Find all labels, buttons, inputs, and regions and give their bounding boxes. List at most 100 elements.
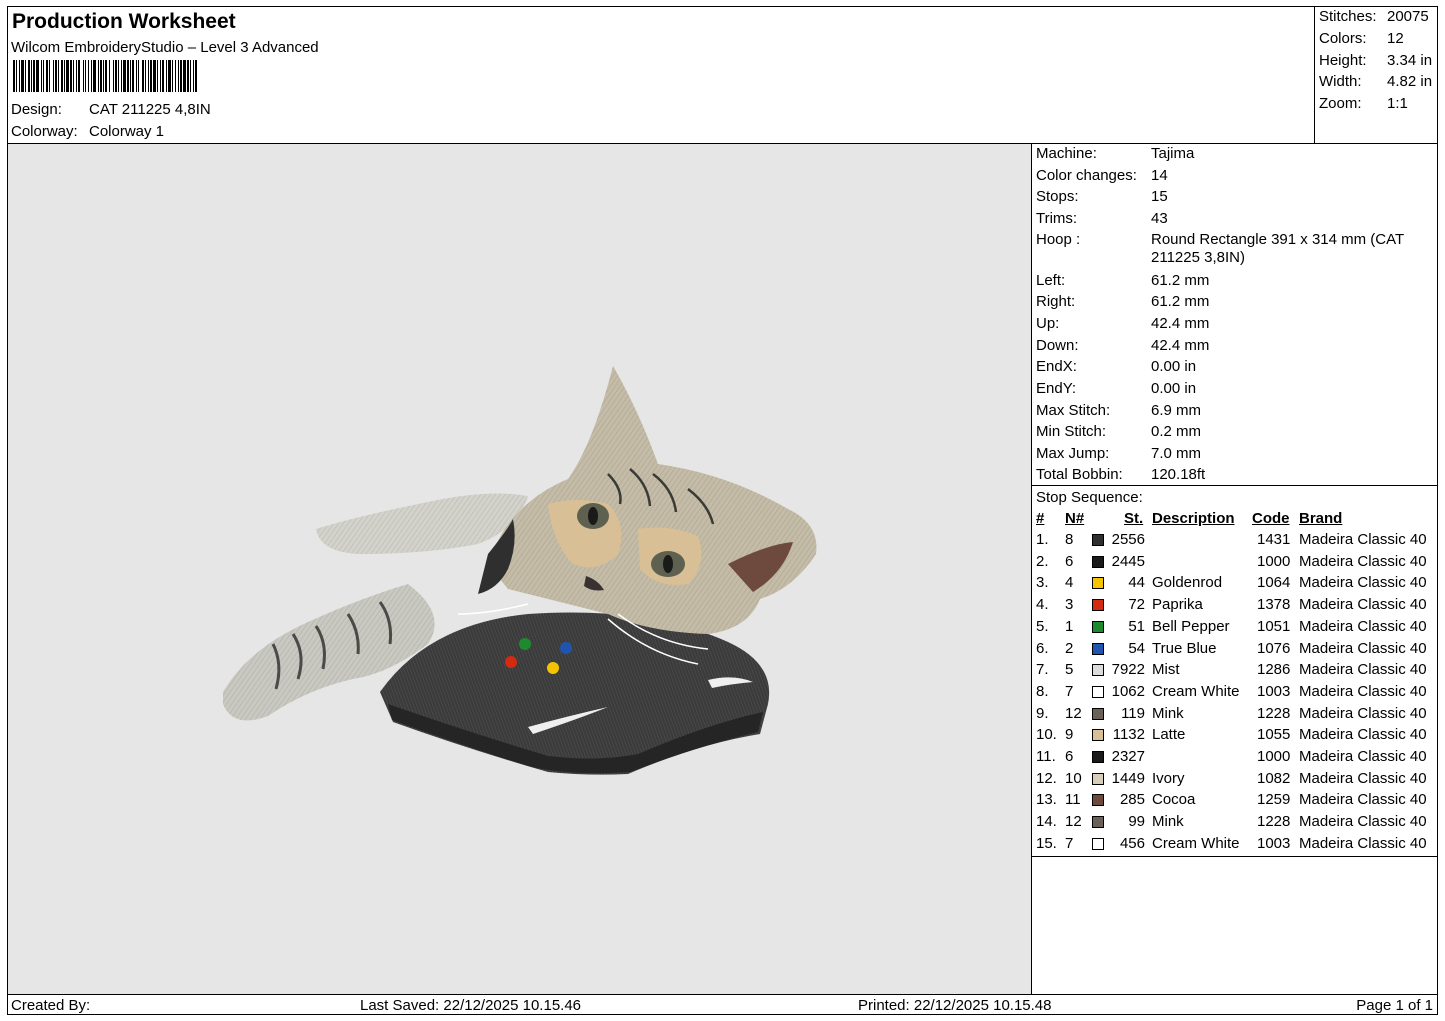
stop-row: 11. 6 2327 1000 Madeira Classic 40 xyxy=(1032,748,1438,769)
thread-brand: Madeira Classic 40 xyxy=(1299,704,1427,722)
thread-code: 1064 xyxy=(1257,574,1291,592)
thread-description: Mink xyxy=(1152,813,1184,831)
thread-code: 1003 xyxy=(1257,834,1291,852)
thread-description: Mist xyxy=(1152,661,1180,679)
info-label: EndY: xyxy=(1036,380,1077,397)
worksheet-frame: Production Worksheet Wilcom EmbroiderySt… xyxy=(7,6,1438,1015)
stop-index: 2. xyxy=(1036,552,1049,570)
col-header-index: # xyxy=(1036,510,1045,527)
stop-index: 6. xyxy=(1036,639,1049,657)
stitch-count: 2327 xyxy=(1111,748,1145,765)
thread-brand: Madeira Classic 40 xyxy=(1299,682,1427,700)
thread-code: 1000 xyxy=(1257,748,1291,765)
thread-description: Cream White xyxy=(1152,682,1240,700)
barcode-bar xyxy=(195,60,197,92)
thread-description: Cocoa xyxy=(1152,791,1196,809)
info-label: Right: xyxy=(1036,293,1076,310)
thread-brand: Madeira Classic 40 xyxy=(1299,748,1427,765)
needle-number: 8 xyxy=(1065,531,1074,548)
needle-number: 10 xyxy=(1065,769,1082,787)
color-swatch-icon xyxy=(1092,555,1104,568)
stop-index: 7. xyxy=(1036,661,1049,679)
stat-value: 12 xyxy=(1387,30,1404,47)
thread-brand: Madeira Classic 40 xyxy=(1299,574,1427,592)
printed-date: Printed: 22/12/2025 10.15.48 xyxy=(858,997,1052,1014)
stop-row: 6. 2 54 True Blue 1076 Madeira Classic 40 xyxy=(1032,640,1438,661)
thread-code: 1076 xyxy=(1257,639,1291,657)
col-header-code: Code xyxy=(1252,510,1290,527)
info-label: Total Bobbin: xyxy=(1036,466,1123,483)
stat-row: Height: 3.34 in xyxy=(1319,52,1432,69)
col-header-description: Description xyxy=(1152,510,1235,527)
info-label: Down: xyxy=(1036,337,1079,354)
info-label: Machine: xyxy=(1036,145,1097,162)
stop-index: 10. xyxy=(1036,726,1057,744)
stop-row: 13. 11 285 Cocoa 1259 Madeira Classic 40 xyxy=(1032,791,1438,812)
stat-label: Colors: xyxy=(1319,30,1367,47)
stitch-count: 1449 xyxy=(1111,769,1145,787)
stop-index: 3. xyxy=(1036,574,1049,592)
thread-brand: Madeira Classic 40 xyxy=(1299,661,1427,679)
thread-description: Latte xyxy=(1152,726,1186,744)
stop-index: 4. xyxy=(1036,596,1049,614)
needle-number: 12 xyxy=(1065,813,1082,831)
thread-code: 1228 xyxy=(1257,813,1291,831)
info-value: 42.4 mm xyxy=(1151,337,1210,354)
info-value: 6.9 mm xyxy=(1151,402,1202,419)
color-swatch-icon xyxy=(1092,837,1104,850)
stop-row: 10. 9 1132 Latte 1055 Madeira Classic 40 xyxy=(1032,726,1438,747)
stitch-count: 1062 xyxy=(1111,682,1145,700)
needle-number: 9 xyxy=(1065,726,1074,744)
page-number: Page 1 of 1 xyxy=(1356,997,1433,1014)
stop-index: 14. xyxy=(1036,813,1057,831)
info-value: 14 xyxy=(1151,167,1168,184)
stop-index: 5. xyxy=(1036,617,1049,635)
design-value: CAT 211225 4,8IN xyxy=(89,101,211,118)
color-swatch-icon xyxy=(1092,707,1104,720)
thread-code: 1082 xyxy=(1257,769,1291,787)
info-label: Max Jump: xyxy=(1036,445,1110,462)
color-swatch-icon xyxy=(1092,599,1104,612)
needle-number: 3 xyxy=(1065,596,1074,614)
stat-row: Width: 4.82 in xyxy=(1319,73,1432,90)
thread-code: 1259 xyxy=(1257,791,1291,809)
thread-brand: Madeira Classic 40 xyxy=(1299,834,1427,852)
stop-row: 2. 6 2445 1000 Madeira Classic 40 xyxy=(1032,553,1438,574)
thread-brand: Madeira Classic 40 xyxy=(1299,769,1427,787)
stop-row: 4. 3 72 Paprika 1378 Madeira Classic 40 xyxy=(1032,596,1438,617)
thread-description: Mink xyxy=(1152,704,1184,722)
color-swatch-icon xyxy=(1092,794,1104,807)
info-label: Hoop : xyxy=(1036,231,1081,248)
stitch-count: 456 xyxy=(1119,834,1145,852)
thread-brand: Madeira Classic 40 xyxy=(1299,791,1427,809)
stop-index: 12. xyxy=(1036,769,1057,787)
stop-row: 15. 7 456 Cream White 1003 Madeira Classic 40 xyxy=(1032,835,1438,856)
needle-number: 7 xyxy=(1065,834,1074,852)
design-label: Design: xyxy=(11,101,62,118)
stop-row: 12. 10 1449 Ivory 1082 Madeira Classic 40 xyxy=(1032,770,1438,791)
stitch-count: 44 xyxy=(1128,574,1145,592)
color-swatch-icon xyxy=(1092,642,1104,655)
needle-number: 2 xyxy=(1065,639,1074,657)
col-header-brand: Brand xyxy=(1299,510,1343,527)
needle-number: 12 xyxy=(1065,704,1082,722)
stat-label: Zoom: xyxy=(1319,95,1362,112)
color-swatch-icon xyxy=(1092,729,1104,742)
info-label: Stops: xyxy=(1036,188,1079,205)
thread-description: Ivory xyxy=(1152,769,1185,787)
thread-description: Cream White xyxy=(1152,834,1240,852)
stitch-count: 99 xyxy=(1128,813,1145,831)
stop-row: 3. 4 44 Goldenrod 1064 Madeira Classic 40 xyxy=(1032,574,1438,595)
color-swatch-icon xyxy=(1092,577,1104,590)
info-label: Trims: xyxy=(1036,210,1078,227)
stat-value: 4.82 in xyxy=(1387,73,1433,90)
stitch-count: 54 xyxy=(1128,639,1145,657)
thread-brand: Madeira Classic 40 xyxy=(1299,639,1427,657)
embroidery-preview-image xyxy=(223,366,817,775)
thread-description: Paprika xyxy=(1152,596,1203,614)
thread-code: 1051 xyxy=(1257,617,1291,635)
stop-index: 13. xyxy=(1036,791,1057,809)
stat-row: Colors: 12 xyxy=(1319,30,1404,47)
stop-row: 5. 1 51 Bell Pepper 1051 Madeira Classic 40 xyxy=(1032,618,1438,639)
stats-panel: Stitches: 20075 Colors: 12 Height: 3.34 in … xyxy=(1314,7,1439,143)
